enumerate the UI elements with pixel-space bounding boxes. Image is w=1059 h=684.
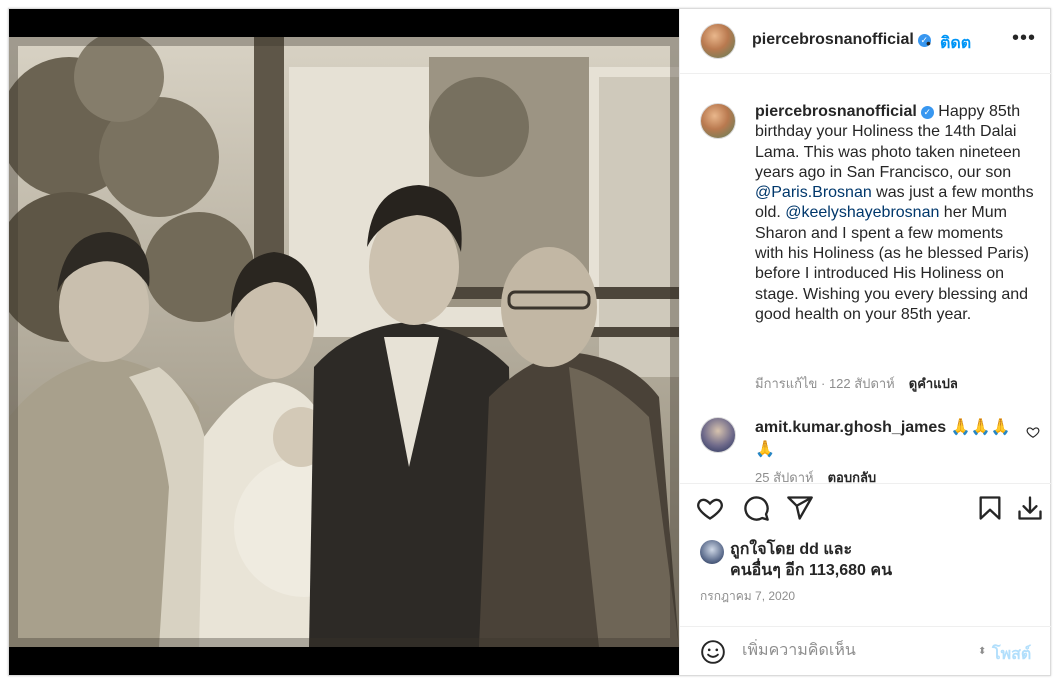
mention-keely[interactable]: @keelyshayebrosnan: [785, 204, 939, 221]
post-date[interactable]: กรกฎาคม 7, 2020: [700, 587, 795, 606]
more-icon[interactable]: •••: [1012, 27, 1036, 50]
share-icon[interactable]: [786, 494, 814, 522]
instagram-post-window: piercebrosnanofficial ✓ • ติดต ••• pierce…: [8, 8, 1052, 676]
caption-body-3: her Mum Sharon and I spent a few moments…: [755, 204, 1029, 323]
add-comment-bar: ⬍ โพสต์: [680, 626, 1052, 675]
author-username-text[interactable]: piercebrosnanofficial: [752, 31, 914, 48]
photo-pane: [9, 9, 679, 675]
bookmark-icon[interactable]: [976, 494, 1004, 522]
see-translation-button[interactable]: ดูคำแปล: [909, 376, 958, 391]
comment-time: 25 สัปดาห์: [755, 470, 814, 483]
likes-line-2: คนอื่นๆ อีก 113,680 คน: [730, 562, 893, 579]
post-photo[interactable]: [9, 37, 679, 647]
post-sidebar: piercebrosnanofficial ✓ • ติดต ••• pierce…: [679, 9, 1052, 675]
verified-icon: ✓: [920, 106, 934, 119]
reply-button[interactable]: ตอบกลับ: [828, 470, 877, 483]
download-icon[interactable]: [1016, 494, 1044, 522]
likes-line-1: ถูกใจโดย dd และ: [730, 541, 853, 558]
small-heart-icon[interactable]: [1026, 425, 1040, 439]
post-header: piercebrosnanofficial ✓ • ติดต •••: [680, 9, 1052, 74]
liker-avatar[interactable]: [700, 540, 724, 564]
likes-summary[interactable]: ถูกใจโดย dd และ คนอื่นๆ อีก 113,680 คน: [730, 539, 892, 581]
comment-input[interactable]: [742, 639, 972, 663]
commenter-avatar[interactable]: [700, 417, 736, 453]
comment-item: amit.kumar.ghosh_james 🙏🙏🙏🙏: [755, 417, 1015, 461]
caption-avatar[interactable]: [700, 103, 736, 139]
action-bar: [680, 483, 1052, 533]
separator-dot: •: [926, 35, 931, 51]
heart-icon[interactable]: [696, 494, 724, 522]
comment-icon[interactable]: [742, 494, 770, 522]
caption-username[interactable]: piercebrosnanofficial: [755, 103, 917, 120]
follow-button[interactable]: ติดต: [940, 31, 971, 56]
photo-illustration: [9, 37, 679, 647]
commenter-username[interactable]: amit.kumar.ghosh_james: [755, 419, 946, 436]
author-avatar[interactable]: [700, 23, 736, 59]
post-comment-button[interactable]: โพสต์: [992, 642, 1031, 667]
comments-list[interactable]: piercebrosnanofficial ✓ Happy 85th birthd…: [680, 75, 1052, 483]
resize-handle-icon[interactable]: ⬍: [978, 646, 986, 657]
mention-paris[interactable]: @Paris.Brosnan: [755, 184, 872, 201]
caption-edited-time: มีการแก้ไข · 122 สัปดาห์: [755, 376, 895, 391]
comment-meta: 25 สัปดาห์ ตอบกลับ: [755, 467, 876, 483]
author-username[interactable]: piercebrosnanofficial ✓: [752, 31, 931, 49]
emoji-icon[interactable]: [700, 639, 726, 665]
caption-text: piercebrosnanofficial ✓ Happy 85th birthd…: [755, 102, 1035, 325]
caption-meta: มีการแก้ไข · 122 สัปดาห์ ดูคำแปล: [755, 373, 958, 394]
